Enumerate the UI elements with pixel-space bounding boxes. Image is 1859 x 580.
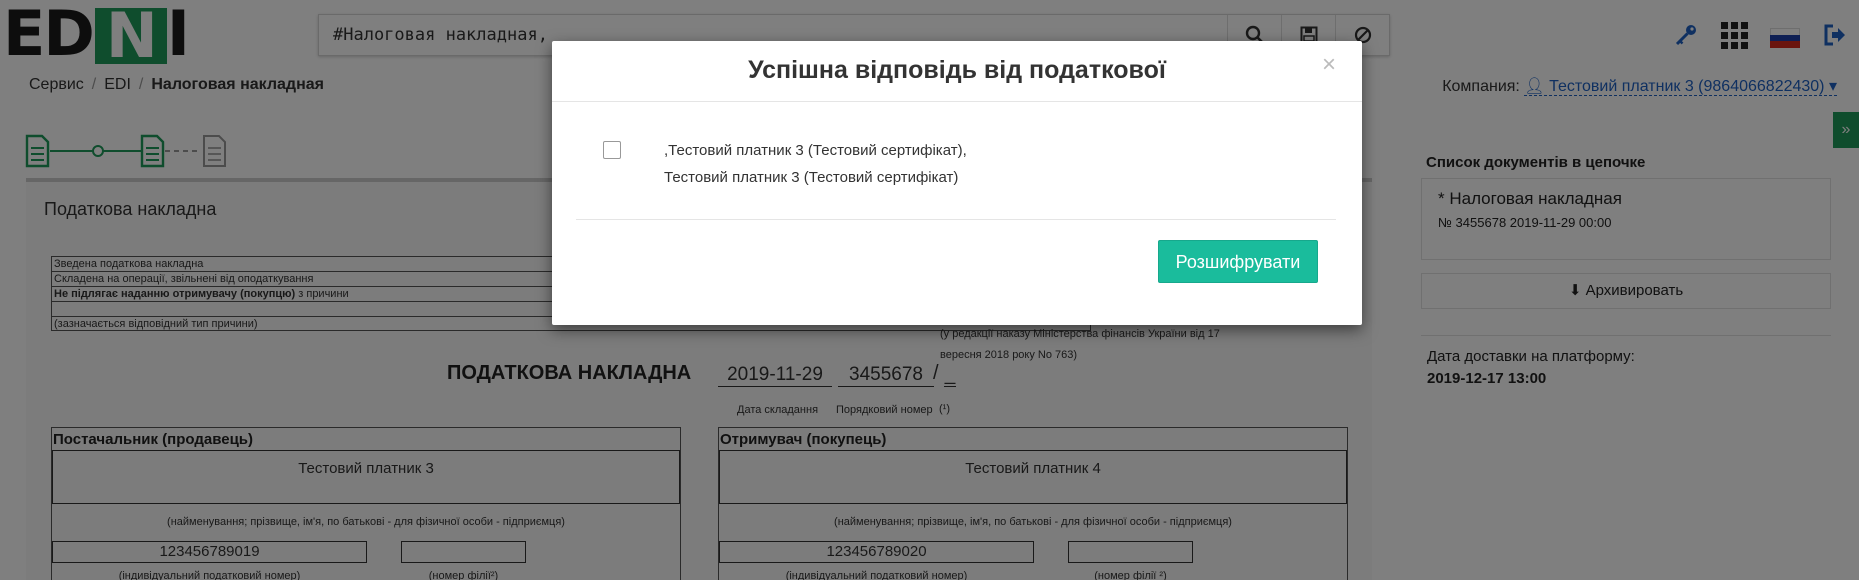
tax-response-modal: Успішна відповідь від податкової × ,Тест… — [552, 41, 1362, 325]
modal-divider — [576, 219, 1336, 220]
modal-title: Успішна відповідь від податкової — [748, 56, 1166, 84]
decrypt-button[interactable]: Розшифрувати — [1158, 240, 1318, 283]
certificate-line-1: ,Тестовий платник 3 (Тестовий сертифікат… — [664, 142, 967, 159]
modal-header: Успішна відповідь від податкової × — [552, 41, 1362, 102]
certificate-line-2: Тестовий платник 3 (Тестовий сертифікат) — [664, 169, 959, 186]
certificate-checkbox[interactable] — [603, 141, 621, 159]
close-icon[interactable]: × — [1322, 51, 1336, 79]
